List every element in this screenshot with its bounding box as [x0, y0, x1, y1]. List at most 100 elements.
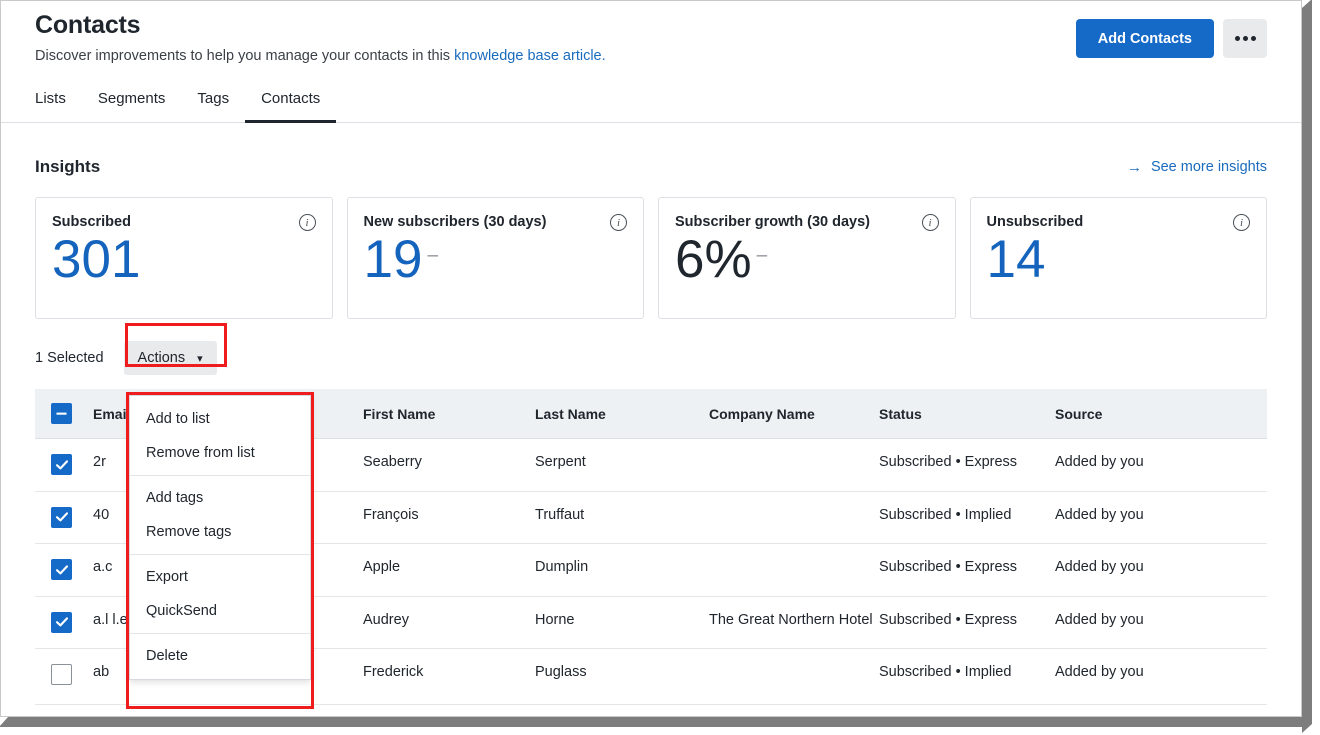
row-checkbox[interactable] [51, 506, 72, 528]
card-value: 14 [986, 230, 1046, 289]
window-shadow-right [1302, 0, 1312, 733]
cell-company-name [709, 438, 879, 492]
cell-company-name [709, 648, 879, 705]
cell-company-name [709, 491, 879, 544]
card-header: Subscriber growth (30 days) i [675, 214, 939, 231]
more-horizontal-icon [1242, 36, 1248, 41]
menu-item-add-to-list[interactable]: Add to list [130, 402, 310, 436]
insights-title: Insights [35, 157, 101, 176]
selected-count-label: 1 Selected [35, 350, 104, 366]
row-select-cell [35, 438, 93, 492]
cell-source: Added by you [1055, 648, 1267, 705]
card-value-wrap: 14 [987, 232, 1251, 288]
tab-tags[interactable]: Tags [181, 86, 245, 123]
column-header-last-name[interactable]: Last Name [535, 389, 709, 439]
see-more-insights-link[interactable]: → See more insights [1127, 159, 1267, 175]
card-header: Unsubscribed i [986, 214, 1250, 231]
card-header: New subscribers (30 days) i [363, 214, 627, 231]
cell-last-name: Serpent [535, 438, 709, 492]
cell-last-name: Truffaut [535, 491, 709, 544]
info-icon[interactable]: i [921, 214, 939, 231]
card-value: 19 [363, 230, 423, 289]
info-icon[interactable]: i [298, 214, 316, 231]
subtitle-text: Discover improvements to help you manage… [35, 48, 455, 64]
actions-button-label: Actions [137, 350, 186, 366]
card-value: 301 [52, 230, 141, 289]
page-header: Contacts Discover improvements to help y… [1, 1, 1301, 64]
menu-separator [130, 475, 310, 476]
chevron-down-icon: ▾ [197, 352, 203, 365]
column-header-source[interactable]: Source [1055, 389, 1267, 439]
see-more-insights-label: See more insights [1150, 159, 1267, 175]
menu-item-export[interactable]: Export [130, 560, 310, 594]
cell-source: Added by you [1055, 543, 1267, 597]
info-icon[interactable]: i [610, 214, 627, 231]
insight-card-subscriber-growth: Subscriber growth (30 days) i 6% – [658, 197, 956, 319]
menu-item-delete[interactable]: Delete [130, 639, 310, 673]
cell-last-name: Dumplin [535, 543, 709, 597]
cell-first-name: Frederick [363, 648, 535, 705]
tab-bar: Lists Segments Tags Contacts [1, 86, 1301, 123]
header-select-all [35, 389, 93, 439]
window-shadow-bottom [0, 717, 1312, 727]
info-icon[interactable]: i [1233, 214, 1250, 231]
card-label: Subscribed [52, 214, 131, 230]
row-checkbox[interactable] [51, 454, 72, 475]
select-all-checkbox[interactable] [51, 403, 72, 424]
row-checkbox[interactable] [51, 664, 72, 685]
row-select-cell [35, 596, 93, 649]
selection-toolbar: 1 Selected Actions ▾ [35, 323, 1267, 375]
cell-first-name: Apple [363, 543, 535, 597]
cell-last-name: Puglass [535, 648, 709, 705]
cell-source: Added by you [1055, 438, 1267, 492]
row-checkbox[interactable] [51, 559, 72, 580]
insight-card-subscribed: Subscribed i 301 [35, 197, 333, 319]
header-actions: Add Contacts [1075, 19, 1267, 58]
card-trend: – [427, 245, 439, 266]
row-select-cell [35, 648, 93, 705]
row-checkbox[interactable] [51, 611, 72, 633]
row-select-cell [35, 491, 93, 544]
tab-lists[interactable]: Lists [35, 86, 82, 123]
cell-source: Added by you [1055, 491, 1267, 544]
add-contacts-button[interactable]: Add Contacts [1075, 19, 1214, 58]
menu-item-add-tags[interactable]: Add tags [130, 481, 310, 515]
browser-window: Contacts Discover improvements to help y… [0, 0, 1302, 717]
column-header-first-name[interactable]: First Name [363, 389, 535, 439]
arrow-right-icon: → [1126, 158, 1142, 176]
card-label: Subscriber growth (30 days) [675, 214, 870, 230]
card-trend: – [756, 245, 768, 266]
menu-separator [130, 554, 310, 555]
actions-dropdown-menu: Add to list Remove from list Add tags Remov… [129, 395, 311, 680]
cell-status: Subscribed • Express [879, 438, 1055, 492]
card-value-wrap: 301 [52, 232, 316, 288]
more-horizontal-icon [1250, 36, 1256, 41]
insight-card-unsubscribed: Unsubscribed i 14 [969, 197, 1267, 319]
insights-section: Insights → See more insights Subscribed … [1, 157, 1301, 319]
card-label: New subscribers (30 days) [363, 214, 547, 230]
more-options-button[interactable] [1223, 19, 1267, 58]
cell-company-name [709, 543, 879, 597]
row-select-cell [35, 543, 93, 597]
actions-button[interactable]: Actions ▾ [123, 341, 217, 375]
column-header-status[interactable]: Status [879, 389, 1055, 439]
cell-company-name: The Great Northern Hotel [709, 596, 879, 649]
knowledge-base-link[interactable]: knowledge base article. [454, 48, 606, 64]
tab-contacts[interactable]: Contacts [245, 86, 337, 123]
cell-first-name: Audrey [363, 596, 535, 649]
cell-status: Subscribed • Implied [879, 648, 1055, 705]
cell-status: Subscribed • Express [879, 596, 1055, 649]
cell-last-name: Horne [535, 596, 709, 649]
tab-segments[interactable]: Segments [82, 86, 182, 123]
card-label: Unsubscribed [986, 214, 1084, 230]
column-header-company-name[interactable]: Company Name [709, 389, 879, 439]
more-horizontal-icon [1234, 36, 1240, 41]
menu-item-remove-from-list[interactable]: Remove from list [130, 436, 310, 470]
card-header: Subscribed i [52, 214, 316, 231]
cell-status: Subscribed • Express [879, 543, 1055, 597]
menu-separator [130, 633, 310, 634]
menu-item-quicksend[interactable]: QuickSend [130, 594, 310, 628]
menu-item-remove-tags[interactable]: Remove tags [130, 515, 310, 549]
cell-status: Subscribed • Implied [879, 491, 1055, 544]
insight-card-new-subscribers: New subscribers (30 days) i 19 – [346, 197, 644, 319]
